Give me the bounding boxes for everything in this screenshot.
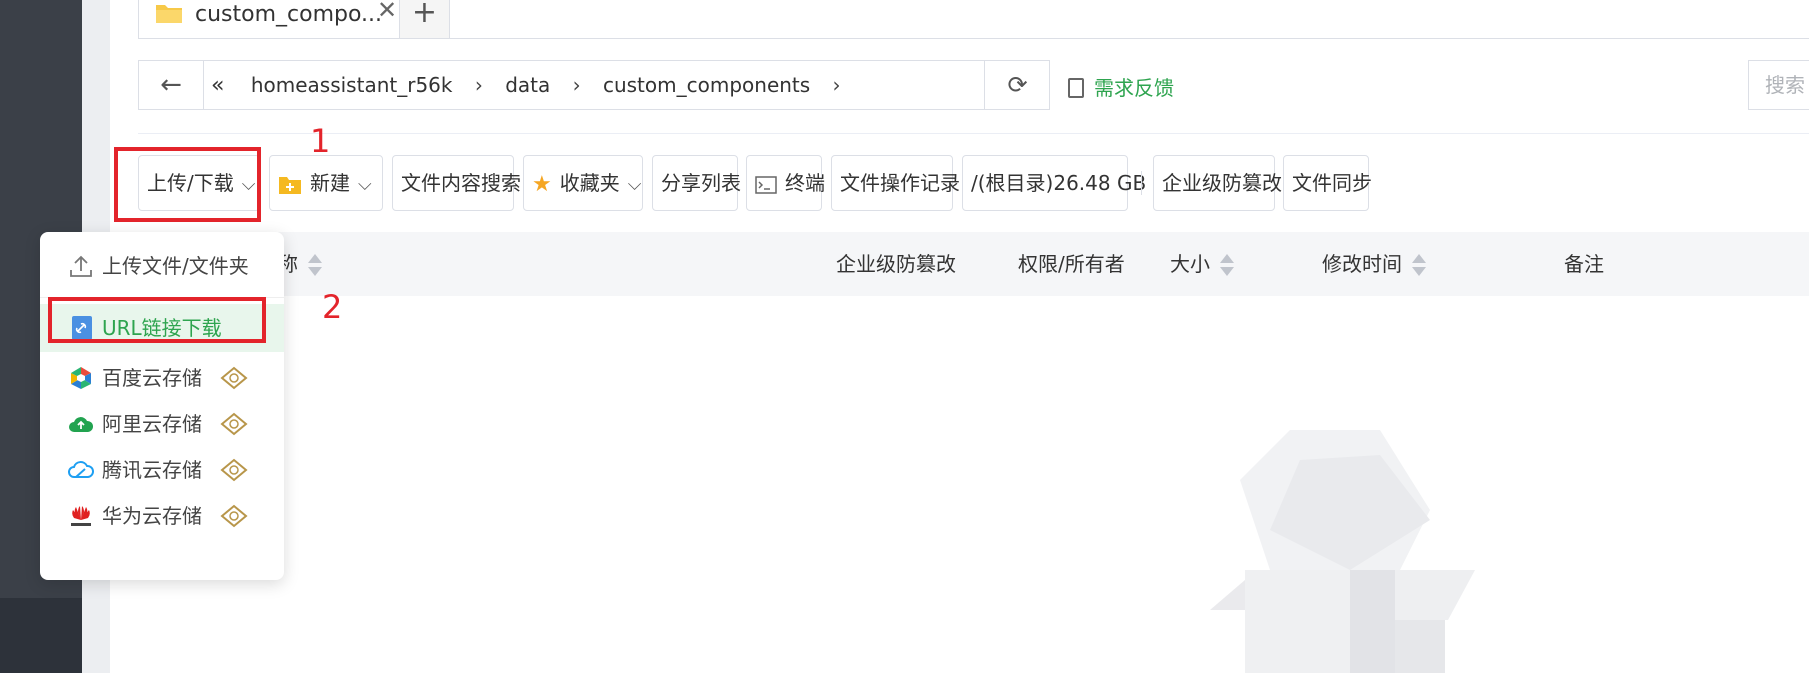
menu-item-tencent-cloud[interactable]: 腾讯云存储	[40, 446, 284, 494]
tab-custom-components[interactable]: custom_compo... ✕	[138, 0, 400, 38]
file-manager: custom_compo... ✕ + ← « homeassistant_r5…	[110, 0, 1809, 673]
upload-download-menu: 上传文件/文件夹 URL链接下载 百度云存储 阿里云存储 腾讯云存储 华为云存储	[40, 232, 284, 580]
column-modified-time[interactable]: 修改时间	[1322, 232, 1426, 296]
aliyun-icon	[69, 417, 94, 432]
refresh-button[interactable]: ⟳	[984, 61, 1050, 109]
sort-icon[interactable]	[308, 253, 322, 278]
folder-icon	[156, 5, 182, 23]
empty-box-illustration	[1210, 430, 1475, 673]
share-list-button[interactable]: 分享列表	[652, 155, 741, 211]
terminal-button[interactable]: 终端	[746, 155, 825, 211]
feedback-link[interactable]: 需求反馈	[1068, 72, 1174, 101]
breadcrumb: « homeassistant_r56k › data › custom_com…	[203, 61, 857, 109]
tab-bar: custom_compo... ✕ +	[138, 0, 1809, 39]
new-folder-icon	[279, 176, 301, 194]
crumb-data[interactable]: data	[505, 61, 550, 109]
chevron-right-icon: ›	[572, 73, 581, 97]
baidu-cloud-icon	[71, 367, 91, 389]
collapse-icon[interactable]: «	[211, 62, 224, 110]
chevron-right-icon: ›	[832, 73, 841, 97]
annotation-number-2: 2	[322, 288, 343, 326]
column-size[interactable]: 大小	[1170, 232, 1234, 296]
star-icon: ★	[532, 171, 552, 197]
column-note: 备注	[1564, 252, 1604, 276]
upload-icon	[70, 255, 92, 277]
enterprise-badge-icon	[220, 412, 248, 436]
divider	[138, 133, 1809, 134]
annotation-number-1: 1	[310, 122, 331, 160]
annotation-box-2	[48, 297, 266, 343]
file-sync-button[interactable]: 文件同步	[1283, 155, 1372, 211]
tab-label: custom_compo...	[195, 2, 383, 27]
tencent-cloud-icon	[68, 461, 94, 478]
toolbar-separator	[1141, 171, 1142, 195]
terminal-label: 终端	[785, 171, 825, 195]
chevron-down-icon: ⌵	[358, 174, 372, 195]
column-permission: 权限/所有者	[1018, 252, 1125, 276]
menu-item-baidu-cloud[interactable]: 百度云存储	[40, 354, 284, 402]
crumb-custom-components[interactable]: custom_components	[603, 61, 810, 109]
content-search-button[interactable]: 文件内容搜索	[392, 155, 521, 211]
new-button[interactable]: 新建 ⌵	[269, 155, 383, 211]
operation-log-button[interactable]: 文件操作记录	[831, 155, 960, 211]
favorites-button[interactable]: ★ 收藏夹 ⌵	[523, 155, 643, 211]
enterprise-badge-icon	[220, 366, 248, 390]
new-label: 新建	[310, 171, 350, 195]
huawei-cloud-icon	[71, 506, 91, 526]
menu-item-huawei-cloud[interactable]: 华为云存储	[40, 492, 284, 540]
sort-icon[interactable]	[1412, 253, 1426, 278]
address-bar: ← « homeassistant_r56k › data › custom_c…	[138, 60, 1050, 110]
enterprise-badge-icon	[220, 458, 248, 482]
favorites-label: 收藏夹	[559, 171, 620, 195]
tamper-protection-button[interactable]: 企业级防篡改	[1153, 155, 1282, 211]
add-tab-button[interactable]: +	[400, 0, 450, 38]
sort-icon[interactable]	[1220, 253, 1234, 278]
chevron-down-icon: ⌵	[627, 174, 642, 195]
file-table-header: 名称 企业级防篡改 权限/所有者 大小 修改时间 备注	[138, 232, 1809, 296]
chevron-right-icon: ›	[474, 73, 483, 97]
annotation-box-1	[114, 147, 261, 222]
column-tamper: 企业级防篡改	[836, 252, 956, 276]
back-button[interactable]: ←	[139, 61, 204, 109]
terminal-icon	[755, 175, 777, 194]
feedback-label: 需求反馈	[1094, 76, 1174, 100]
search-input[interactable]: 搜索	[1748, 60, 1809, 110]
close-icon[interactable]: ✕	[377, 0, 397, 24]
menu-item-upload-files[interactable]: 上传文件/文件夹	[40, 242, 284, 290]
menu-item-aliyun[interactable]: 阿里云存储	[40, 400, 284, 448]
note-icon	[1068, 78, 1084, 98]
disk-usage-button[interactable]: /(根目录)26.48 GB	[962, 155, 1146, 211]
enterprise-badge-icon	[220, 504, 248, 528]
crumb-homeassistant[interactable]: homeassistant_r56k	[251, 61, 453, 109]
